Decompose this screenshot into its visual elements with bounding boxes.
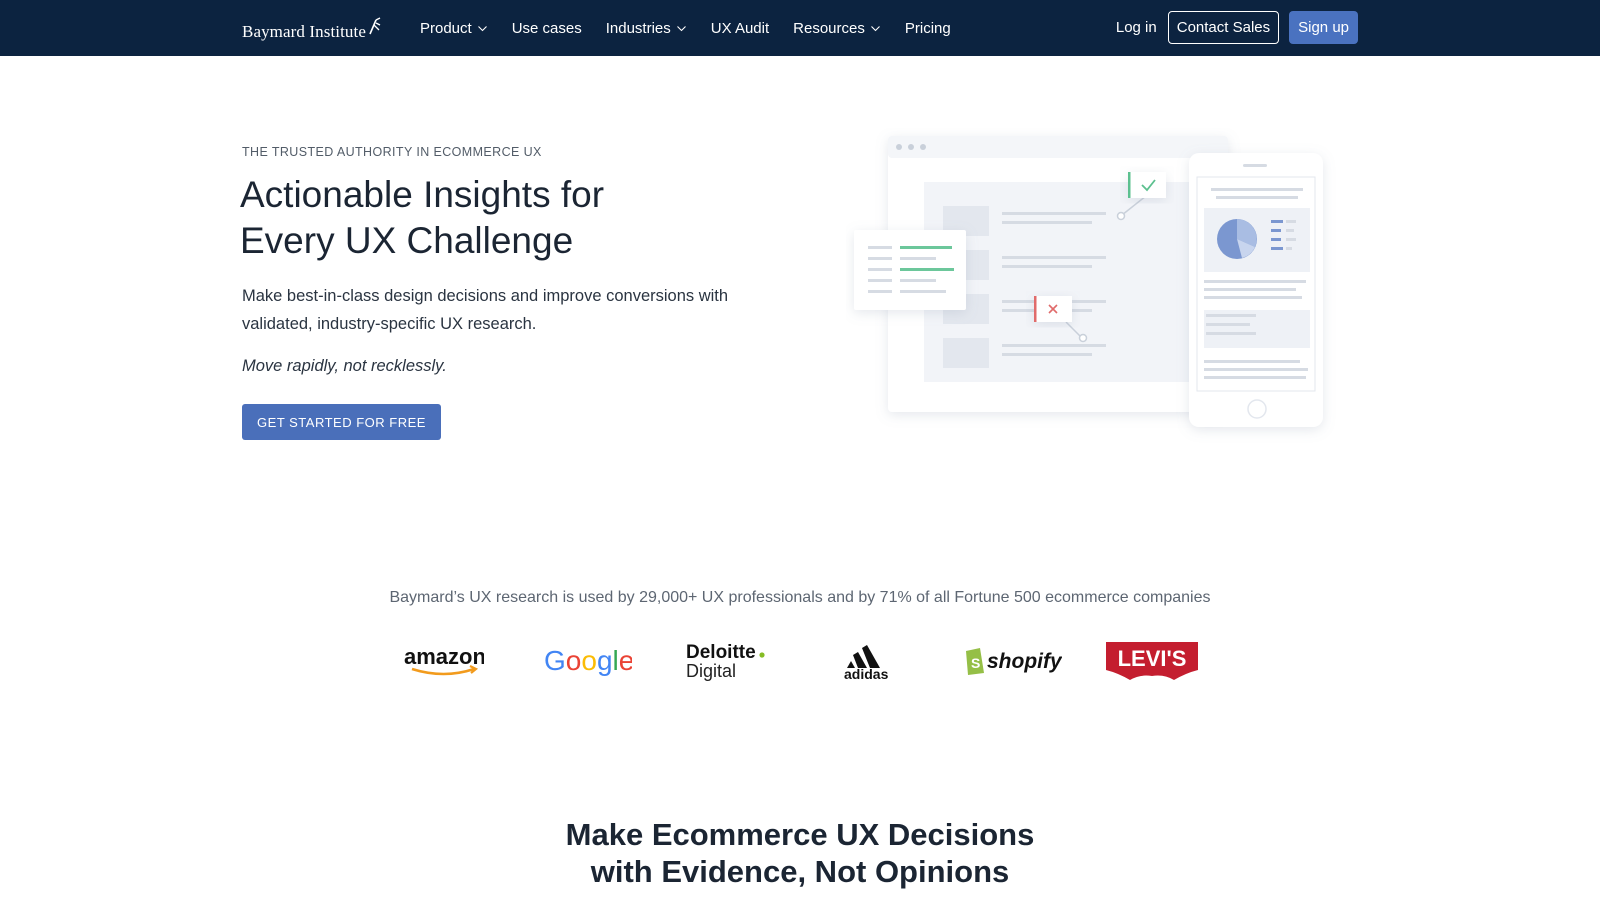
- menu-item-label: Industries: [605, 19, 671, 37]
- logo-text: Baymard Institute: [242, 22, 366, 41]
- adidas-logo: adidas: [840, 636, 900, 686]
- svg-text:adidas: adidas: [844, 666, 889, 681]
- top-navbar: Baymard Institute Product Use cases Indu…: [0, 0, 1600, 56]
- menu-item-label: Use cases: [511, 19, 582, 37]
- levis-wordmark: LEVI'S: [1118, 646, 1187, 671]
- levis-logo: LEVI'S: [1104, 636, 1200, 686]
- section-title-line1: Make Ecommerce UX Decisions: [565, 817, 1035, 852]
- customer-logos: amazon Google Deloitte Digital adidas S …: [400, 636, 1200, 686]
- main-menu: Product Use cases Industries UX Audit Re…: [420, 0, 975, 56]
- google-wordmark: Google: [544, 645, 632, 676]
- deloitte-digital-logo: Deloitte Digital: [686, 636, 766, 686]
- menu-item-use-cases[interactable]: Use cases: [512, 20, 582, 37]
- amazon-wordmark: amazon: [404, 644, 484, 669]
- menu-item-resources[interactable]: Resources: [793, 20, 881, 37]
- phone-graphic: [1189, 153, 1323, 427]
- menu-item-industries[interactable]: Industries: [606, 20, 687, 37]
- hero-illustration: [854, 136, 1323, 427]
- social-proof-text: Baymard’s UX research is used by 29,000+…: [389, 589, 1211, 606]
- hero-headline: Actionable Insights for Every UX Challen…: [240, 172, 760, 264]
- amazon-logo: amazon: [404, 636, 484, 686]
- get-started-button[interactable]: GET STARTED FOR FREE: [242, 404, 441, 440]
- hero-description: Make best-in-class design decisions and …: [242, 287, 729, 333]
- menu-item-label: Pricing: [904, 19, 951, 37]
- menu-item-ux-audit[interactable]: UX Audit: [711, 20, 769, 37]
- menu-item-pricing[interactable]: Pricing: [905, 20, 951, 37]
- chevron-down-icon: [676, 25, 686, 31]
- section-title-line2: with Evidence, Not Opinions: [590, 854, 1010, 889]
- svg-text:Deloitte: Deloitte: [686, 642, 756, 663]
- chevron-down-icon: [477, 25, 487, 31]
- chevron-down-icon: [870, 25, 880, 31]
- section-title: Make Ecommerce UX Decisions with Evidenc…: [0, 816, 1600, 890]
- google-logo: Google: [544, 636, 632, 686]
- logo-mark-icon: [369, 17, 381, 35]
- contact-sales-button[interactable]: Contact Sales: [1167, 11, 1280, 44]
- baymard-logo[interactable]: Baymard Institute: [242, 16, 381, 42]
- svg-text:S: S: [971, 655, 980, 671]
- menu-item-label: Resources: [793, 19, 865, 37]
- hero-tagline: Move rapidly, not recklessly.: [242, 357, 447, 375]
- list-card-graphic: [854, 230, 966, 310]
- hero-eyebrow: THE TRUSTED AUTHORITY IN ECOMMERCE UX: [242, 145, 542, 159]
- menu-item-product[interactable]: Product: [420, 20, 488, 37]
- shopify-logo: S shopify: [962, 636, 1062, 686]
- hero-headline-line2: Every UX Challenge: [240, 220, 574, 261]
- login-link[interactable]: Log in: [1116, 19, 1157, 36]
- nav-actions: Log in Contact Sales Sign up: [1116, 11, 1358, 44]
- signup-button[interactable]: Sign up: [1289, 11, 1358, 44]
- svg-text:shopify: shopify: [987, 650, 1062, 673]
- menu-item-label: UX Audit: [710, 19, 770, 37]
- hero-headline-line1: Actionable Insights for: [240, 174, 605, 215]
- menu-item-label: Product: [420, 19, 472, 37]
- svg-text:Digital: Digital: [686, 661, 736, 681]
